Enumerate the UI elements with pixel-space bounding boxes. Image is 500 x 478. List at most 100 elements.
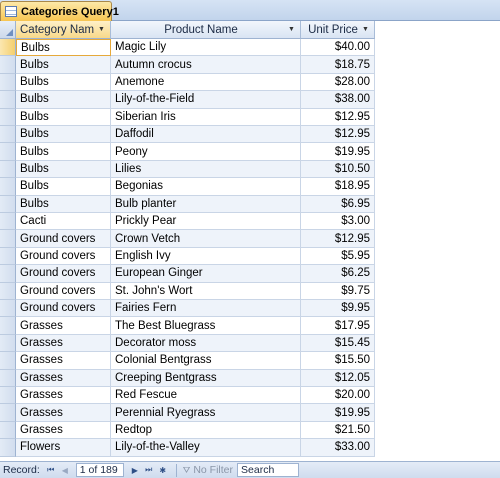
cell-category-name[interactable]: Ground covers [16,230,111,248]
cell-unit-price[interactable]: $33.00 [301,439,375,457]
table-row[interactable]: Ground covers St. John's Wort $9.75 [0,282,375,300]
row-selector[interactable] [0,300,16,318]
table-row[interactable]: Ground covers Fairies Fern $9.95 [0,300,375,318]
cell-category-name[interactable]: Ground covers [16,265,111,283]
cell-unit-price[interactable]: $10.50 [301,160,375,179]
new-record-icon[interactable]: ✱ [156,463,170,477]
row-selector[interactable] [0,439,16,457]
cell-product-name[interactable]: Bulb planter [111,195,301,213]
cell-category-name[interactable]: Grasses [16,352,111,370]
cell-product-name[interactable]: Redtop [111,421,301,440]
column-header-product-name[interactable]: Product Name ▼ [111,21,301,39]
cell-unit-price[interactable]: $6.25 [301,265,375,283]
cell-unit-price[interactable]: $12.05 [301,369,375,387]
row-selector[interactable] [0,282,16,300]
cell-product-name[interactable]: Creeping Bentgrass [111,369,301,387]
row-selector[interactable] [0,404,16,422]
cell-unit-price[interactable]: $15.45 [301,334,375,353]
cell-product-name[interactable]: Perennial Ryegrass [111,404,301,422]
table-row[interactable]: Grasses Red Fescue $20.00 [0,387,375,405]
cell-product-name[interactable]: Crown Vetch [111,230,301,248]
row-selector[interactable] [0,369,16,387]
current-record-field[interactable]: 1 of 189 [75,463,124,477]
table-row[interactable]: Grasses Decorator moss $15.45 [0,334,375,353]
cell-category-name[interactable]: Grasses [16,369,111,387]
table-row[interactable]: Bulbs Begonias $18.95 [0,178,375,196]
cell-product-name[interactable]: Autumn crocus [111,56,301,74]
row-selector[interactable] [0,213,16,231]
row-selector[interactable] [0,195,16,213]
cell-category-name[interactable]: Grasses [16,404,111,422]
cell-category-name[interactable]: Bulbs [16,178,111,196]
cell-category-name[interactable]: Ground covers [16,247,111,266]
cell-product-name[interactable]: Fairies Fern [111,300,301,318]
cell-product-name[interactable]: Decorator moss [111,334,301,353]
cell-category-name[interactable]: Grasses [16,317,111,335]
cell-category-name[interactable]: Bulbs [16,195,111,213]
cell-product-name[interactable]: Red Fescue [111,387,301,405]
row-selector[interactable] [0,178,16,196]
table-row[interactable]: Bulbs Lilies $10.50 [0,160,375,179]
filter-toggle[interactable]: ⛛ No Filter [183,464,233,476]
table-row[interactable]: Bulbs Siberian Iris $12.95 [0,108,375,126]
column-header-unit-price[interactable]: Unit Price ▼ [301,21,375,39]
cell-category-name[interactable]: Grasses [16,387,111,405]
cell-unit-price[interactable]: $17.95 [301,317,375,335]
cell-unit-price[interactable]: $38.00 [301,91,375,109]
cell-unit-price[interactable]: $9.95 [301,300,375,318]
cell-product-name[interactable]: Lily-of-the-Valley [111,439,301,457]
table-row[interactable]: Cacti Prickly Pear $3.00 [0,213,375,231]
table-row[interactable]: Grasses Creeping Bentgrass $12.05 [0,369,375,387]
table-row[interactable]: Bulbs Magic Lily $40.00 [0,39,375,57]
cell-category-name[interactable]: Bulbs [16,126,111,144]
chevron-down-icon[interactable]: ▼ [97,25,106,34]
cell-unit-price[interactable]: $6.95 [301,195,375,213]
cell-category-name[interactable]: Ground covers [16,282,111,300]
table-row[interactable]: Grasses Perennial Ryegrass $19.95 [0,404,375,422]
cell-unit-price[interactable]: $3.00 [301,213,375,231]
cell-category-name[interactable]: Grasses [16,334,111,353]
cell-product-name[interactable]: Magic Lily [111,39,301,57]
cell-product-name[interactable]: Daffodil [111,126,301,144]
table-row[interactable]: Grasses Colonial Bentgrass $15.50 [0,352,375,370]
cell-product-name[interactable]: Lilies [111,160,301,179]
cell-unit-price[interactable]: $20.00 [301,387,375,405]
first-record-icon[interactable]: ⏮ [44,463,58,477]
select-all-button[interactable] [0,21,16,39]
cell-unit-price[interactable]: $21.50 [301,421,375,440]
cell-unit-price[interactable]: $15.50 [301,352,375,370]
cell-product-name[interactable]: The Best Bluegrass [111,317,301,335]
column-header-category-name[interactable]: Category Nam ▼ [16,21,111,39]
cell-unit-price[interactable]: $12.95 [301,230,375,248]
row-selector[interactable] [0,143,16,161]
cell-unit-price[interactable]: $28.00 [301,73,375,92]
cell-unit-price[interactable]: $9.75 [301,282,375,300]
previous-record-icon[interactable]: ◀ [58,463,72,477]
cell-product-name[interactable]: English Ivy [111,247,301,266]
table-row[interactable]: Ground covers Crown Vetch $12.95 [0,230,375,248]
row-selector[interactable] [0,317,16,335]
table-row[interactable]: Ground covers English Ivy $5.95 [0,247,375,266]
cell-category-name[interactable]: Bulbs [16,91,111,109]
row-selector[interactable] [0,230,16,248]
row-selector[interactable] [0,247,16,266]
cell-product-name[interactable]: European Ginger [111,265,301,283]
cell-product-name[interactable]: Begonias [111,178,301,196]
cell-product-name[interactable]: Prickly Pear [111,213,301,231]
row-selector[interactable] [0,334,16,353]
cell-product-name[interactable]: Colonial Bentgrass [111,352,301,370]
table-row[interactable]: Bulbs Lily-of-the-Field $38.00 [0,91,375,109]
cell-product-name[interactable]: Siberian Iris [111,108,301,126]
table-row[interactable]: Flowers Lily-of-the-Valley $33.00 [0,439,375,457]
table-row[interactable]: Bulbs Bulb planter $6.95 [0,195,375,213]
cell-unit-price[interactable]: $5.95 [301,247,375,266]
cell-category-name[interactable]: Flowers [16,439,111,457]
cell-category-name[interactable]: Bulbs [16,160,111,179]
table-row[interactable]: Bulbs Anemone $28.00 [0,73,375,92]
row-selector[interactable] [0,387,16,405]
search-input[interactable]: Search [237,463,300,477]
next-record-icon[interactable]: ▶ [128,463,142,477]
row-selector[interactable] [0,91,16,109]
cell-category-name[interactable]: Bulbs [16,143,111,161]
row-selector[interactable] [0,39,16,57]
